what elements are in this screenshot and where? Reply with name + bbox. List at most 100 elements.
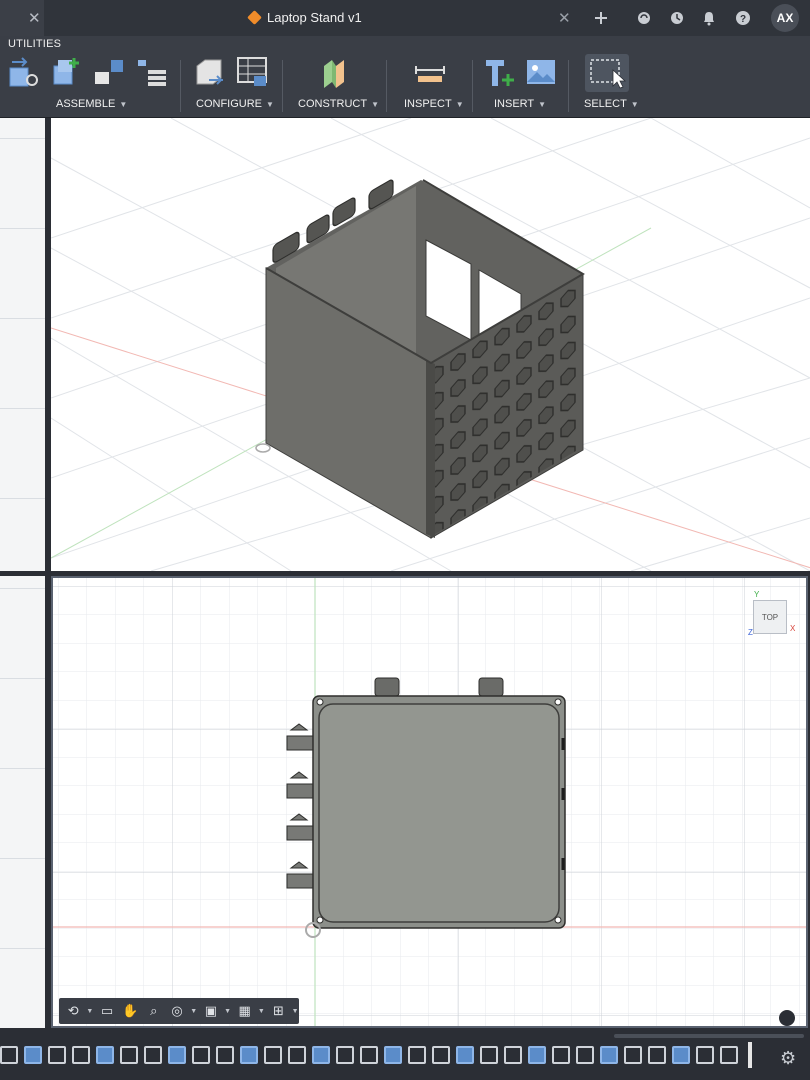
document-title-text: Laptop Stand v1 bbox=[267, 10, 362, 25]
viewport-isometric[interactable] bbox=[51, 118, 810, 571]
timeline-feature-icon[interactable] bbox=[72, 1046, 90, 1064]
divider bbox=[386, 60, 387, 112]
timeline-feature-icon[interactable] bbox=[600, 1046, 618, 1064]
fit-icon[interactable]: ◎ bbox=[167, 1001, 187, 1021]
timeline-feature-icon[interactable] bbox=[264, 1046, 282, 1064]
inspect-menu[interactable]: INSPECT ▼ bbox=[404, 98, 464, 110]
configure-icon[interactable] bbox=[193, 56, 225, 88]
help-icon[interactable]: ? bbox=[733, 8, 753, 28]
display-settings-icon[interactable]: ▣ bbox=[201, 1001, 221, 1021]
timeline-feature-icon[interactable] bbox=[192, 1046, 210, 1064]
assemble-joint-icon[interactable] bbox=[50, 56, 82, 88]
document-title: Laptop Stand v1 bbox=[247, 10, 362, 25]
toolbar-ribbon: UTILITIES ASSEMBLE ▼ CONFIGURE ▼ CONSTRUCT… bbox=[0, 36, 810, 118]
svg-text:?: ? bbox=[740, 14, 746, 25]
assemble-as-built-joint-icon[interactable] bbox=[93, 56, 125, 88]
window-select-icon bbox=[590, 59, 627, 89]
timeline-feature-icon[interactable] bbox=[336, 1046, 354, 1064]
select-tool-button[interactable] bbox=[585, 54, 629, 92]
pan-icon[interactable]: ✋ bbox=[120, 1001, 140, 1021]
notifications-icon[interactable] bbox=[699, 8, 719, 28]
timeline-feature-icon[interactable] bbox=[312, 1046, 330, 1064]
timeline-feature-icon[interactable] bbox=[240, 1046, 258, 1064]
tab-close-icon[interactable]: ✕ bbox=[28, 9, 41, 27]
timeline-feature-icon[interactable] bbox=[504, 1046, 522, 1064]
orbit-icon[interactable]: ⟲ bbox=[63, 1001, 83, 1021]
viewports-icon[interactable]: ⊞ bbox=[268, 1001, 288, 1021]
chevron-down-icon[interactable]: ▼ bbox=[190, 1008, 197, 1015]
timeline-feature-icon[interactable] bbox=[384, 1046, 402, 1064]
configure-menu[interactable]: CONFIGURE ▼ bbox=[196, 98, 274, 110]
zoom-icon[interactable]: ⌕ bbox=[144, 1001, 164, 1021]
title-bar: ✕ Laptop Stand v1 ✕ ? AX bbox=[0, 0, 810, 36]
divider bbox=[568, 60, 569, 112]
configure-label: CONFIGURE bbox=[196, 98, 262, 110]
chevron-down-icon: ▼ bbox=[119, 100, 128, 109]
extensions-icon[interactable] bbox=[634, 8, 654, 28]
document-close-icon[interactable]: ✕ bbox=[558, 9, 571, 27]
configuration-table-icon[interactable] bbox=[236, 56, 268, 88]
isometric-canvas bbox=[51, 118, 810, 571]
grid-settings-icon[interactable]: ▦ bbox=[234, 1001, 254, 1021]
timeline-feature-icon[interactable] bbox=[24, 1046, 42, 1064]
insert-derive-icon[interactable] bbox=[484, 56, 516, 88]
ribbon-tab-utilities[interactable]: UTILITIES bbox=[8, 38, 61, 50]
select-menu[interactable]: SELECT ▼ bbox=[584, 98, 639, 110]
axis-x-label: X bbox=[790, 624, 796, 633]
timeline-feature-icon[interactable] bbox=[720, 1046, 738, 1064]
timeline-feature-icon[interactable] bbox=[696, 1046, 714, 1064]
timeline-feature-icon[interactable] bbox=[168, 1046, 186, 1064]
chevron-down-icon[interactable]: ▼ bbox=[258, 1008, 265, 1015]
timeline-feature-icon[interactable] bbox=[552, 1046, 570, 1064]
view-cube[interactable]: TOP bbox=[753, 600, 787, 634]
navigation-bar: ⟲ ▼ ▭ ✋ ⌕ ◎ ▼ ▣ ▼ ▦ ▼ ⊞ ▼ bbox=[59, 998, 299, 1024]
timeline-feature-icon[interactable] bbox=[648, 1046, 666, 1064]
timeline-scrollbar[interactable] bbox=[614, 1034, 804, 1038]
timeline-feature-icon[interactable] bbox=[288, 1046, 306, 1064]
timeline-feature-icon[interactable] bbox=[456, 1046, 474, 1064]
chevron-down-icon: ▼ bbox=[266, 100, 274, 109]
history-icon[interactable] bbox=[667, 8, 687, 28]
assemble-menu[interactable]: ASSEMBLE ▼ bbox=[56, 98, 127, 110]
sketch-palette-icon[interactable] bbox=[779, 1010, 795, 1026]
timeline-feature-icon[interactable] bbox=[672, 1046, 690, 1064]
gear-icon[interactable]: ⚙ bbox=[780, 1048, 796, 1069]
laptop-stand-top-view[interactable] bbox=[286, 677, 566, 929]
timeline-feature-icon[interactable] bbox=[120, 1046, 138, 1064]
measure-icon[interactable] bbox=[414, 56, 446, 88]
timeline-feature-icon[interactable] bbox=[360, 1046, 378, 1064]
assemble-new-component-icon[interactable] bbox=[8, 56, 40, 88]
divider bbox=[472, 60, 473, 112]
chevron-down-icon: ▼ bbox=[538, 100, 547, 109]
timeline-feature-icon[interactable] bbox=[144, 1046, 162, 1064]
timeline-feature-icon[interactable] bbox=[624, 1046, 642, 1064]
assemble-label: ASSEMBLE bbox=[56, 98, 116, 110]
look-at-icon[interactable]: ▭ bbox=[97, 1001, 117, 1021]
user-avatar[interactable]: AX bbox=[771, 4, 799, 32]
select-label: SELECT bbox=[584, 98, 627, 110]
assemble-bom-icon[interactable] bbox=[136, 56, 168, 88]
chevron-down-icon[interactable]: ▼ bbox=[86, 1008, 93, 1015]
insert-canvas-icon[interactable] bbox=[525, 56, 557, 88]
file-tab[interactable]: ✕ bbox=[0, 0, 44, 36]
divider bbox=[180, 60, 181, 112]
timeline-feature-icon[interactable] bbox=[528, 1046, 546, 1064]
timeline-feature-icon[interactable] bbox=[576, 1046, 594, 1064]
insert-menu[interactable]: INSERT ▼ bbox=[494, 98, 546, 110]
timeline-feature-icon[interactable] bbox=[96, 1046, 114, 1064]
construct-menu[interactable]: CONSTRUCT ▼ bbox=[298, 98, 379, 110]
timeline-feature-icon[interactable] bbox=[48, 1046, 66, 1064]
timeline-feature-icon[interactable] bbox=[0, 1046, 18, 1064]
axis-y-label: Y bbox=[754, 590, 760, 599]
chevron-down-icon[interactable]: ▼ bbox=[224, 1008, 231, 1015]
chevron-down-icon[interactable]: ▼ bbox=[292, 1008, 299, 1015]
timeline-marker[interactable] bbox=[748, 1042, 752, 1068]
timeline-feature-icon[interactable] bbox=[480, 1046, 498, 1064]
viewport-top-view[interactable]: TOP Y Z X ⟲ ▼ ▭ ✋ ⌕ ◎ ▼ ▣ ▼ ▦ ▼ ⊞ ▼ bbox=[51, 576, 808, 1028]
timeline-feature-icon[interactable] bbox=[408, 1046, 426, 1064]
construct-plane-icon[interactable] bbox=[320, 56, 352, 88]
timeline-feature-icon[interactable] bbox=[432, 1046, 450, 1064]
timeline-feature-icon[interactable] bbox=[216, 1046, 234, 1064]
plus-icon[interactable] bbox=[591, 8, 611, 28]
chevron-down-icon: ▼ bbox=[455, 100, 464, 109]
